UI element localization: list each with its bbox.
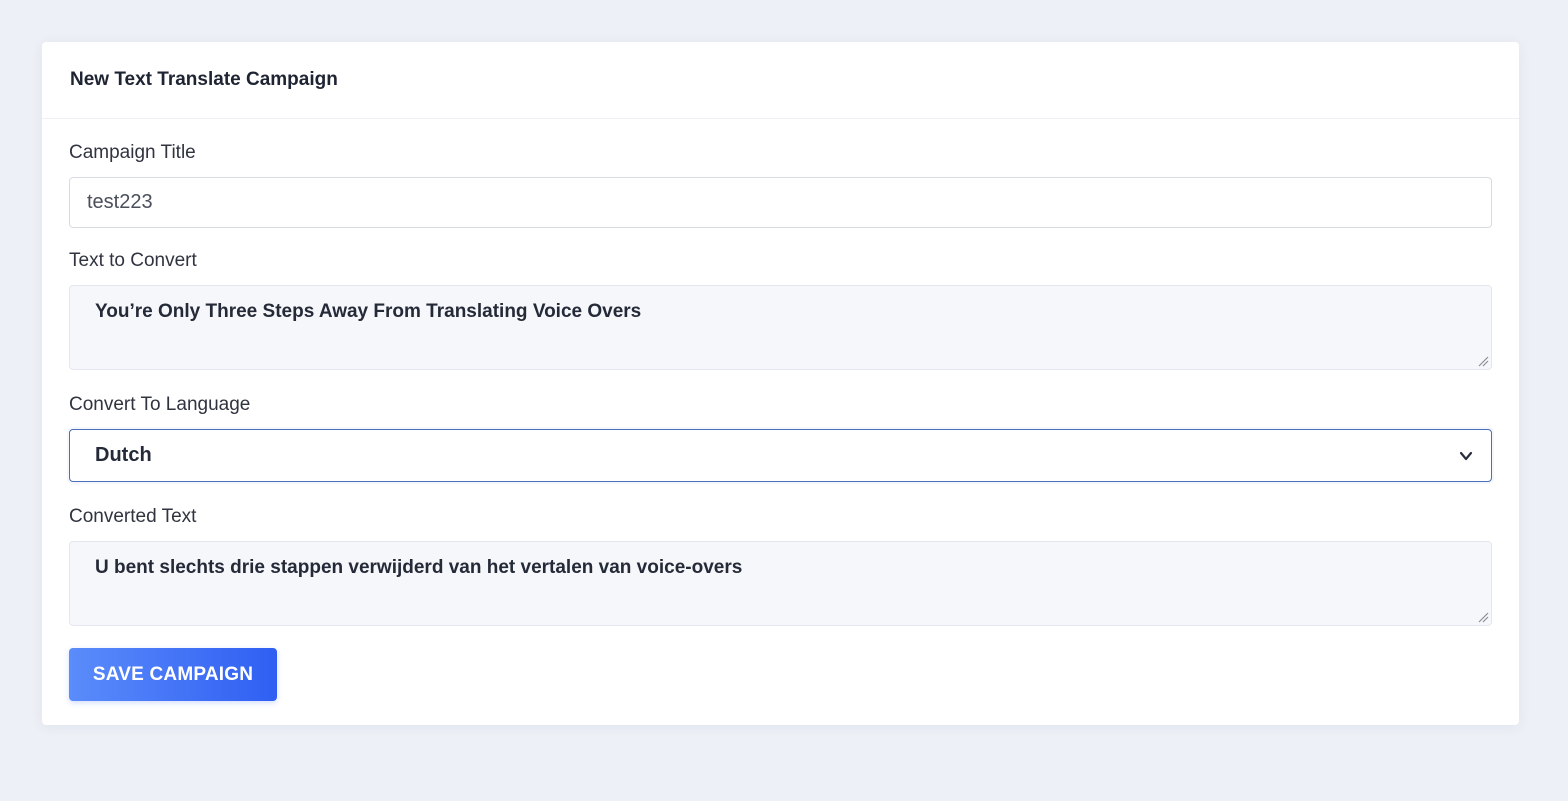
language-select-value: Dutch	[95, 444, 152, 466]
campaign-form-card: New Text Translate Campaign Campaign Tit…	[42, 42, 1519, 725]
text-to-convert-textarea[interactable]: You’re Only Three Steps Away From Transl…	[69, 285, 1492, 370]
campaign-title-label: Campaign Title	[69, 142, 196, 163]
text-to-convert-value: You’re Only Three Steps Away From Transl…	[95, 301, 642, 322]
text-to-convert-label: Text to Convert	[69, 250, 197, 271]
save-campaign-button[interactable]: SAVE CAMPAIGN	[69, 648, 277, 701]
resize-handle-icon[interactable]	[1477, 355, 1489, 367]
language-select[interactable]: Dutch	[69, 429, 1492, 482]
resize-handle-icon[interactable]	[1477, 611, 1489, 623]
convert-to-language-label: Convert To Language	[69, 394, 251, 415]
card-body: Campaign Title test223 Text to Convert Y…	[42, 142, 1519, 701]
campaign-title-input[interactable]: test223	[69, 177, 1492, 228]
card-header: New Text Translate Campaign	[42, 42, 1519, 119]
converted-text-label: Converted Text	[69, 506, 197, 527]
page-title: New Text Translate Campaign	[70, 69, 338, 90]
converted-text-value: U bent slechts drie stappen verwijderd v…	[95, 557, 743, 578]
chevron-down-icon	[1459, 451, 1473, 461]
converted-text-textarea[interactable]: U bent slechts drie stappen verwijderd v…	[69, 541, 1492, 626]
